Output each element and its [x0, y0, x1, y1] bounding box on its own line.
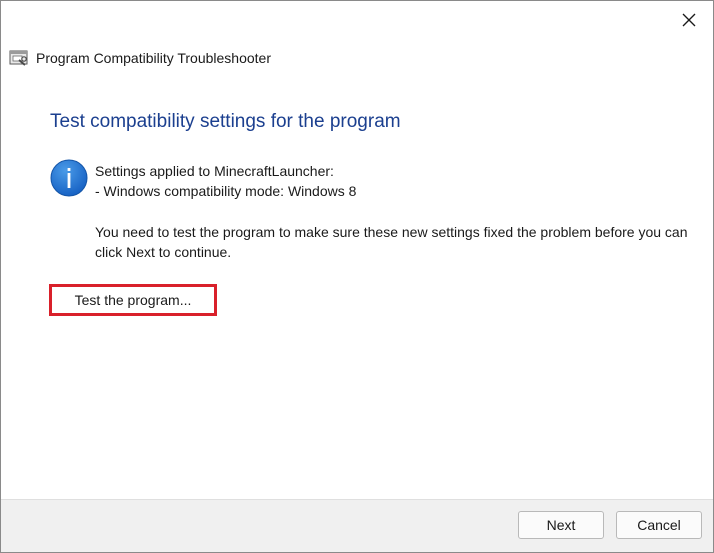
troubleshooter-window: Program Compatibility Troubleshooter Tes… — [0, 0, 714, 553]
settings-applied-text: Settings applied to MinecraftLauncher: — [95, 163, 334, 179]
test-program-button[interactable]: Test the program... — [49, 284, 217, 316]
window-title: Program Compatibility Troubleshooter — [36, 50, 271, 66]
compatibility-mode-text: - Windows compatibility mode: Windows 8 — [95, 183, 357, 199]
instruction-text: You need to test the program to make sur… — [95, 224, 688, 260]
next-button[interactable]: Next — [518, 511, 604, 539]
info-message: Settings applied to MinecraftLauncher: -… — [95, 161, 690, 262]
page-heading: Test compatibility settings for the prog… — [50, 111, 401, 132]
test-program-label: Test the program... — [74, 292, 192, 308]
close-button[interactable] — [671, 5, 707, 35]
footer-bar: Next Cancel — [1, 499, 713, 552]
cancel-button[interactable]: Cancel — [616, 511, 702, 539]
troubleshooter-app-icon — [9, 50, 28, 66]
title-bar: Program Compatibility Troubleshooter — [9, 45, 271, 71]
close-icon — [682, 13, 696, 27]
info-icon — [50, 159, 88, 197]
